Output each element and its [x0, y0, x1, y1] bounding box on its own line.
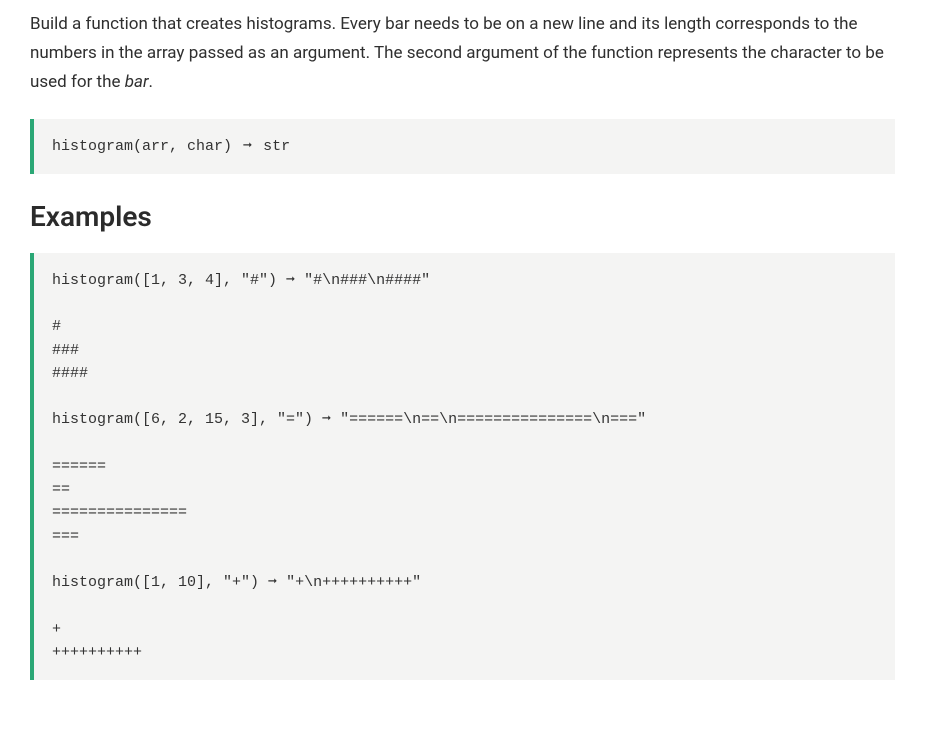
examples-code-block: histogram([1, 3, 4], "#") ➞ "#\n###\n###… — [30, 253, 895, 680]
signature-code-block: histogram(arr, char) ➞ str — [30, 119, 895, 174]
signature-right: str — [263, 138, 290, 155]
problem-description: Build a function that creates histograms… — [30, 10, 895, 97]
arrow-icon: ➞ — [241, 135, 254, 158]
examples-heading: Examples — [30, 200, 895, 233]
document-page: Build a function that creates histograms… — [0, 0, 925, 730]
signature-left: histogram(arr, char) — [52, 138, 232, 155]
